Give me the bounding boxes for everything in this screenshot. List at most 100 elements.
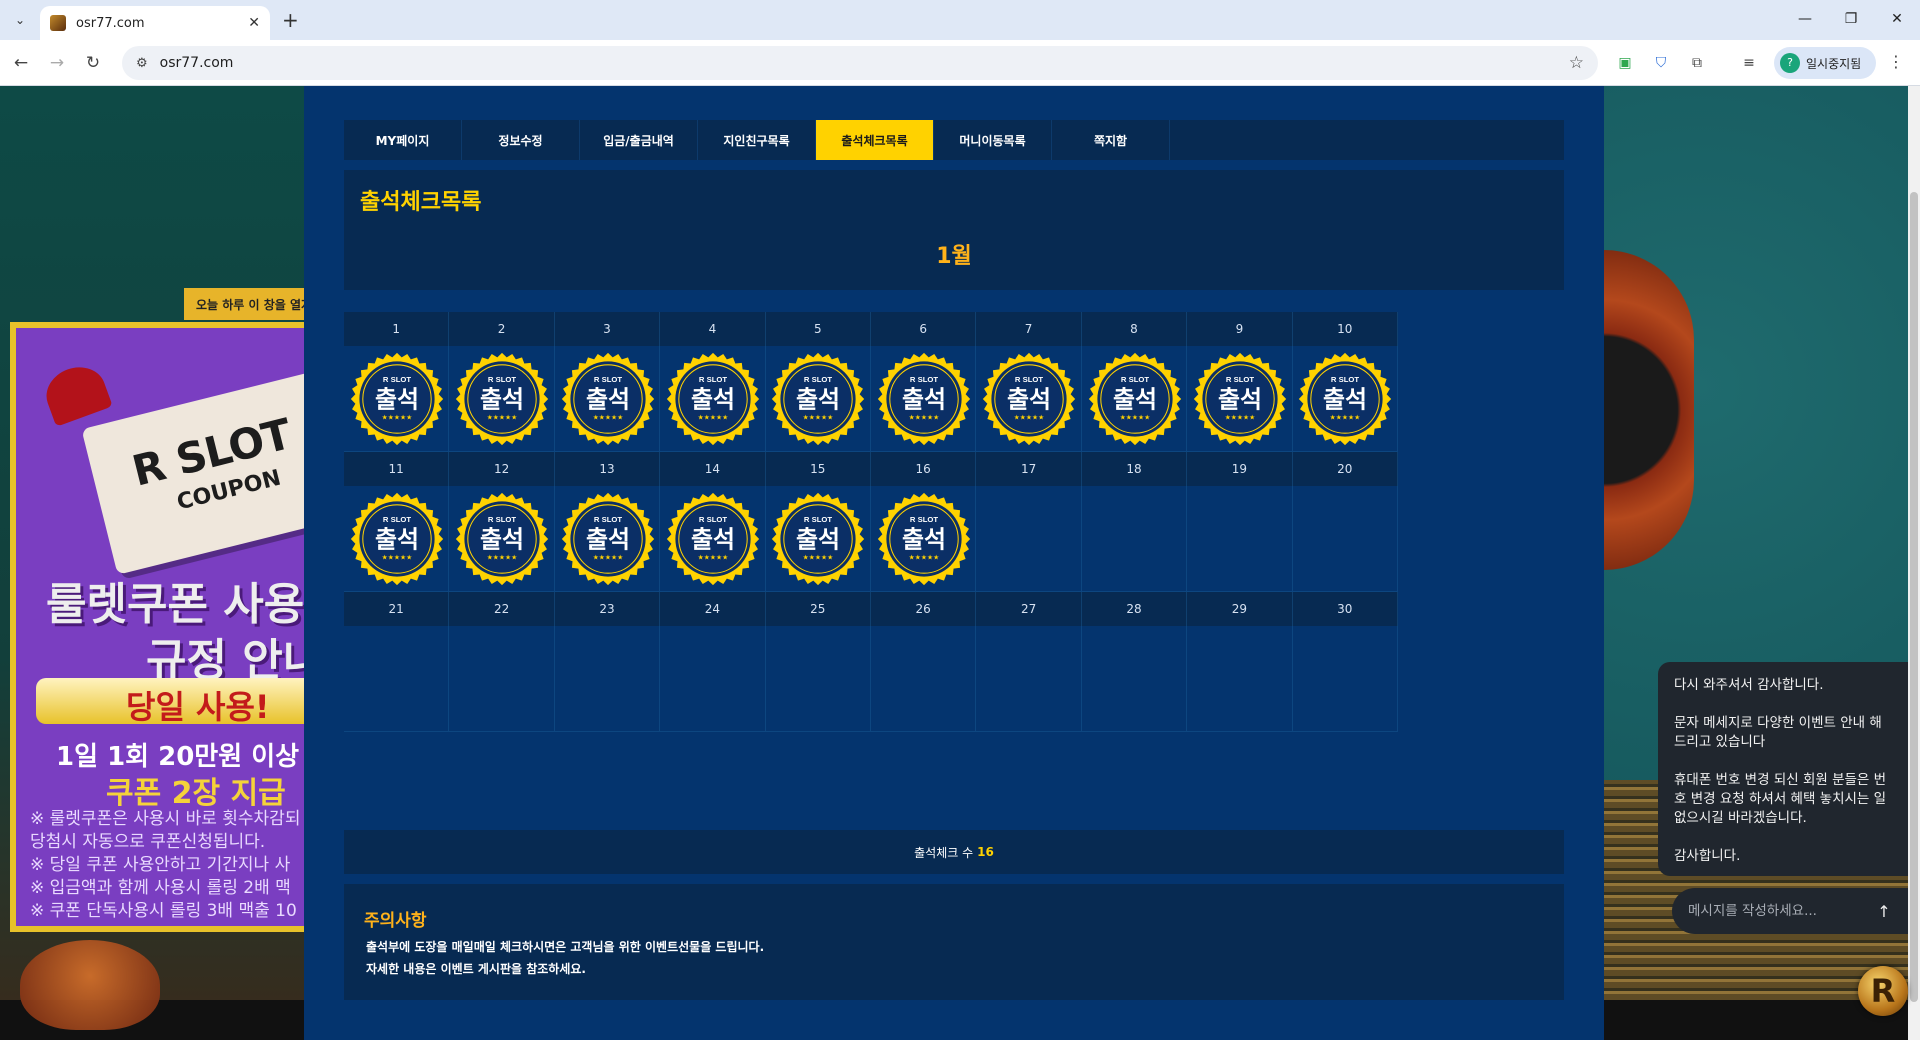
day-cell: R SLOT 출석 ★★★★★ — [344, 346, 450, 452]
stamp-label: 출석 — [375, 386, 419, 414]
chat-message: 다시 와주셔서 감사합니다. — [1674, 677, 1824, 693]
send-arrow-icon[interactable]: ↑ — [1872, 902, 1896, 921]
day-cell — [765, 626, 871, 732]
tab-6[interactable]: 머니이동목록 — [934, 120, 1052, 160]
stamp-stars: ★★★★★ — [803, 554, 834, 562]
day-number: 24 — [660, 592, 766, 626]
scrollbar-thumb[interactable] — [1910, 192, 1918, 1002]
stamp-label: 출석 — [902, 526, 946, 554]
day-cell: R SLOT 출석 ★★★★★ — [1081, 346, 1188, 452]
day-number: 27 — [976, 592, 1082, 626]
reload-icon[interactable]: ↻ — [80, 50, 106, 76]
browser-tab-strip: ⌄ osr77.com ✕ + — ❐ ✕ — [0, 0, 1920, 40]
day-cell — [1187, 626, 1293, 732]
day-cell — [976, 486, 1082, 592]
media-queue-icon[interactable]: ≡ — [1738, 52, 1760, 74]
day-number: 13 — [554, 452, 661, 486]
day-cell: R SLOT 출석 ★★★★★ — [344, 486, 450, 592]
tab-1[interactable]: MY페이지 — [344, 120, 462, 160]
extensions-puzzle-icon[interactable]: ⧉ — [1686, 52, 1708, 74]
page-title: 출석체크목록 — [360, 190, 482, 215]
browser-tab[interactable]: osr77.com ✕ — [40, 6, 270, 40]
stamp-stars: ★★★★★ — [908, 414, 939, 422]
stamp-label: 출석 — [480, 386, 524, 414]
day-cell: R SLOT 출석 ★★★★★ — [976, 346, 1082, 452]
day-cell: R SLOT 출석 ★★★★★ — [765, 346, 871, 452]
stamp-brand: R SLOT — [699, 515, 727, 524]
stamp-brand: R SLOT — [488, 375, 516, 384]
attendance-stamp-icon: R SLOT 출석★★★★★ — [561, 492, 654, 586]
day-cell — [1292, 486, 1398, 592]
tab-2[interactable]: 정보수정 — [462, 120, 580, 160]
bookmark-star-icon[interactable]: ☆ — [1569, 53, 1584, 73]
mypage-tabs: MY페이지 정보수정 입금/출금내역 지인친구목록 출석체크목록 머니이동목록 쪽지함 — [344, 120, 1564, 160]
day-number: 19 — [1187, 452, 1293, 486]
coupon-popup-banner[interactable]: R SLOT COUPON 룰렛쿠폰 사용 규정 안내 당일 사용! 1일 1회… — [10, 322, 304, 932]
day-number: 22 — [449, 592, 555, 626]
stamp-label: 출석 — [480, 526, 524, 554]
day-number: 17 — [976, 452, 1082, 486]
chat-message-input[interactable] — [1688, 903, 1872, 919]
attendance-stamp-icon: R SLOT 출석★★★★★ — [350, 492, 443, 586]
tab-4[interactable]: 지인친구목록 — [698, 120, 816, 160]
day-cell: R SLOT 출석 ★★★★★ — [449, 346, 555, 452]
forward-arrow-icon[interactable]: → — [44, 50, 70, 76]
new-tab-plus-icon[interactable]: + — [282, 8, 299, 32]
stamp-brand: R SLOT — [699, 375, 727, 384]
attendance-stamp-icon: R SLOT 출석★★★★★ — [455, 492, 549, 586]
day-number: 23 — [554, 592, 661, 626]
close-tab-icon[interactable]: ✕ — [248, 15, 260, 31]
close-window-icon[interactable]: ✕ — [1874, 6, 1920, 32]
stamp-stars: ★★★★★ — [1225, 414, 1256, 422]
stamp-stars: ★★★★★ — [698, 554, 729, 562]
gift-ribbon-icon — [39, 359, 113, 427]
day-cell: R SLOT 출석 ★★★★★ — [660, 486, 766, 592]
address-bar[interactable]: ⚙ osr77.com ☆ — [122, 46, 1598, 80]
profile-status: 일시중지됨 — [1806, 56, 1862, 71]
stamp-label: 출석 — [1323, 386, 1367, 414]
browser-menu-icon[interactable]: ⋮ — [1888, 52, 1904, 71]
day-cell — [1292, 626, 1398, 732]
day-number: 20 — [1292, 452, 1398, 486]
site-info-icon[interactable]: ⚙ — [136, 56, 148, 71]
stamp-stars: ★★★★★ — [1119, 414, 1150, 422]
stamp-label: 출석 — [1218, 386, 1262, 414]
tab-7[interactable]: 쪽지함 — [1052, 120, 1170, 160]
back-arrow-icon[interactable]: ← — [8, 50, 34, 76]
stamp-brand: R SLOT — [910, 515, 938, 524]
attendance-stamp-icon: R SLOT 출석★★★★★ — [982, 352, 1076, 446]
notice-line: 자세한 내용은 이벤트 게시판을 참조하세요. — [366, 962, 586, 976]
tab-search-chevron-icon[interactable]: ⌄ — [8, 8, 32, 32]
attendance-title-box: 출석체크목록 1월 — [344, 170, 1564, 290]
day-cell: R SLOT 출석 ★★★★★ — [871, 486, 977, 592]
popup-close-today-button[interactable]: 오늘 하루 이 창을 열지 — [184, 288, 304, 320]
chat-input-box[interactable]: ↑ — [1672, 888, 1908, 934]
attendance-stamp-icon: R SLOT 출석★★★★★ — [455, 352, 549, 446]
restore-window-icon[interactable]: ❐ — [1828, 6, 1874, 32]
profile-button[interactable]: ? 일시중지됨 — [1774, 47, 1876, 79]
tab-5[interactable]: 출석체크목록 — [816, 120, 934, 160]
stamp-label: 출석 — [796, 526, 840, 554]
day-number: 11 — [344, 452, 450, 486]
extension-green-icon[interactable]: ▣ — [1614, 52, 1636, 74]
day-number: 21 — [344, 592, 450, 626]
day-cell — [554, 626, 661, 732]
stamp-label: 출석 — [1007, 386, 1051, 414]
day-number: 5 — [765, 312, 871, 346]
url-text[interactable]: osr77.com — [160, 55, 1569, 71]
mascot-image — [20, 940, 160, 1030]
coupon-note: ※ 쿠폰 단독사용시 롤링 3배 맥출 10 — [30, 901, 297, 921]
stamp-stars: ★★★★★ — [592, 414, 623, 422]
extension-shield-icon[interactable]: ⛉ — [1650, 52, 1672, 74]
stamp-brand: R SLOT — [488, 515, 516, 524]
attendance-stamp-icon: R SLOT 출석★★★★★ — [1299, 352, 1392, 446]
day-number: 12 — [449, 452, 555, 486]
tab-3[interactable]: 입금/출금내역 — [580, 120, 698, 160]
minimize-window-icon[interactable]: — — [1782, 6, 1828, 32]
chat-message-bubble: 다시 와주셔서 감사합니다. 문자 메세지로 다양한 이벤트 안내 해드리고 있… — [1658, 662, 1908, 876]
day-cell — [1081, 626, 1188, 732]
attendance-count-value: 16 — [977, 845, 994, 859]
stamp-label: 출석 — [1112, 386, 1156, 414]
day-cell — [344, 626, 450, 732]
chat-launcher-logo[interactable]: R — [1858, 966, 1908, 1016]
